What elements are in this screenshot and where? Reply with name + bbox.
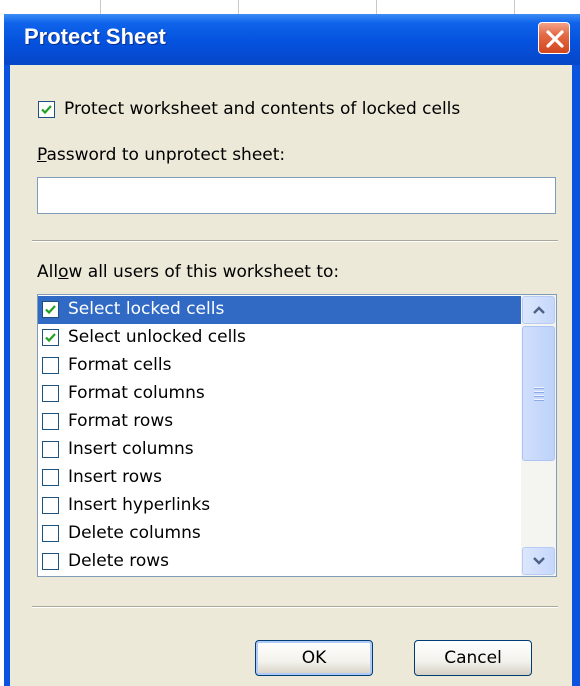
permission-label: Format rows: [68, 411, 174, 431]
checkmark-icon: [45, 305, 56, 315]
close-icon: [546, 30, 564, 48]
permission-label: Insert rows: [68, 467, 162, 487]
list-item[interactable]: Insert hyperlinks: [38, 492, 521, 520]
permission-checkbox[interactable]: [42, 469, 59, 486]
permission-label: Delete columns: [68, 523, 201, 543]
list-item[interactable]: Insert columns: [38, 436, 521, 464]
separator: [32, 240, 558, 242]
chevron-up-icon: [533, 306, 545, 314]
cancel-button[interactable]: Cancel: [414, 640, 532, 676]
protect-worksheet-checkbox[interactable]: [38, 101, 55, 118]
permission-checkbox[interactable]: [42, 413, 59, 430]
ok-button[interactable]: OK: [255, 640, 373, 676]
dialog-title: Protect Sheet: [24, 24, 166, 49]
permission-checkbox[interactable]: [42, 385, 59, 402]
permission-label: Select locked cells: [68, 299, 225, 319]
permission-checkbox[interactable]: [42, 553, 59, 570]
permissions-label: Allow all users of this worksheet to:: [37, 262, 340, 282]
list-item[interactable]: Insert rows: [38, 464, 521, 492]
list-item[interactable]: Select locked cells: [38, 296, 521, 324]
scroll-up-button[interactable]: [522, 296, 555, 324]
permissions-accel-letter: o: [58, 262, 69, 282]
list-item[interactable]: Format rows: [38, 408, 521, 436]
chevron-down-icon: [533, 557, 545, 565]
list-item[interactable]: Delete columns: [38, 520, 521, 548]
dialog-body: Protect worksheet and contents of locked…: [10, 65, 572, 686]
list-item[interactable]: Format cells: [38, 352, 521, 380]
list-item[interactable]: Format columns: [38, 380, 521, 408]
checkmark-icon: [45, 333, 56, 343]
permission-label: Format cells: [68, 355, 172, 375]
list-item[interactable]: Delete rows: [38, 548, 521, 576]
permission-label: Delete rows: [68, 551, 170, 571]
permission-checkbox[interactable]: [42, 329, 59, 346]
permission-label: Select unlocked cells: [68, 327, 246, 347]
permissions-listbox[interactable]: Select locked cells Select unlocked cells…: [37, 294, 557, 577]
close-button[interactable]: [538, 22, 570, 54]
permission-label: Format columns: [68, 383, 205, 403]
permission-checkbox[interactable]: [42, 525, 59, 542]
protect-sheet-dialog: Protect Sheet Protect worksheet and cont…: [4, 14, 580, 686]
permission-checkbox[interactable]: [42, 497, 59, 514]
separator-bottom: [32, 606, 558, 608]
listbox-scrollbar[interactable]: [521, 295, 556, 576]
permission-checkbox[interactable]: [42, 301, 59, 318]
scroll-down-button[interactable]: [522, 547, 555, 575]
password-input[interactable]: [37, 177, 556, 214]
list-item[interactable]: Select unlocked cells: [38, 324, 521, 352]
permission-checkbox[interactable]: [42, 357, 59, 374]
password-accel-letter: P: [37, 145, 47, 165]
permission-label: Insert columns: [68, 439, 194, 459]
permission-label: Insert hyperlinks: [68, 495, 211, 515]
password-label: Password to unprotect sheet:: [37, 145, 286, 165]
protect-worksheet-label[interactable]: Protect worksheet and contents of locked…: [64, 99, 460, 119]
checkmark-icon: [41, 105, 52, 115]
permission-checkbox[interactable]: [42, 441, 59, 458]
spreadsheet-background: [0, 0, 580, 14]
title-bar[interactable]: Protect Sheet: [4, 14, 580, 65]
scroll-thumb[interactable]: [522, 326, 555, 461]
